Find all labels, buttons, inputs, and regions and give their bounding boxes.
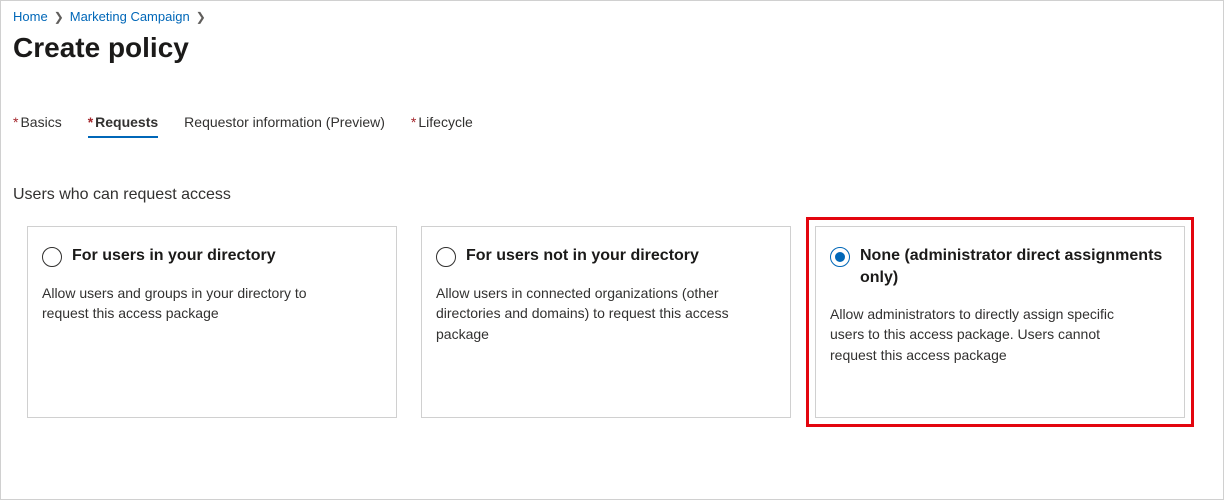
required-star-icon: * bbox=[88, 114, 93, 130]
chevron-right-icon: ❯ bbox=[54, 10, 64, 24]
options-row: For users in your directory Allow users … bbox=[13, 226, 1211, 418]
tab-basics[interactable]: *Basics bbox=[13, 114, 62, 136]
option-title: For users in your directory bbox=[72, 245, 276, 267]
tab-label: Requestor information (Preview) bbox=[184, 114, 385, 130]
section-heading: Users who can request access bbox=[13, 186, 1211, 204]
option-description: Allow users and groups in your directory… bbox=[42, 283, 352, 324]
chevron-right-icon: ❯ bbox=[196, 10, 206, 24]
option-description: Allow users in connected organizations (… bbox=[436, 283, 746, 344]
option-title: For users not in your directory bbox=[466, 245, 699, 267]
tab-label: Requests bbox=[95, 114, 158, 130]
radio-inner-icon bbox=[835, 252, 845, 262]
required-star-icon: * bbox=[411, 114, 416, 130]
tab-requestor-information[interactable]: Requestor information (Preview) bbox=[184, 114, 385, 136]
option-card-none-admin-only[interactable]: None (administrator direct assignments o… bbox=[815, 226, 1185, 418]
tab-label: Lifecycle bbox=[418, 114, 472, 130]
breadcrumb-link-home[interactable]: Home bbox=[13, 9, 48, 24]
option-header: For users in your directory bbox=[42, 245, 378, 267]
radio-button[interactable] bbox=[42, 247, 62, 267]
breadcrumb: Home ❯ Marketing Campaign ❯ bbox=[13, 9, 1211, 24]
option-description: Allow administrators to directly assign … bbox=[830, 304, 1140, 365]
tab-lifecycle[interactable]: *Lifecycle bbox=[411, 114, 473, 136]
breadcrumb-link-marketing-campaign[interactable]: Marketing Campaign bbox=[70, 9, 190, 24]
option-header: None (administrator direct assignments o… bbox=[830, 245, 1166, 288]
tab-requests[interactable]: *Requests bbox=[88, 114, 158, 136]
tabs: *Basics *Requests Requestor information … bbox=[13, 114, 1211, 136]
radio-button[interactable] bbox=[436, 247, 456, 267]
tab-label: Basics bbox=[20, 114, 61, 130]
option-card-users-in-directory[interactable]: For users in your directory Allow users … bbox=[27, 226, 397, 418]
page-container: Home ❯ Marketing Campaign ❯ Create polic… bbox=[0, 0, 1224, 500]
radio-button[interactable] bbox=[830, 247, 850, 267]
page-title: Create policy bbox=[13, 32, 1211, 64]
option-header: For users not in your directory bbox=[436, 245, 772, 267]
option-card-users-not-in-directory[interactable]: For users not in your directory Allow us… bbox=[421, 226, 791, 418]
required-star-icon: * bbox=[13, 114, 18, 130]
option-title: None (administrator direct assignments o… bbox=[860, 245, 1166, 288]
